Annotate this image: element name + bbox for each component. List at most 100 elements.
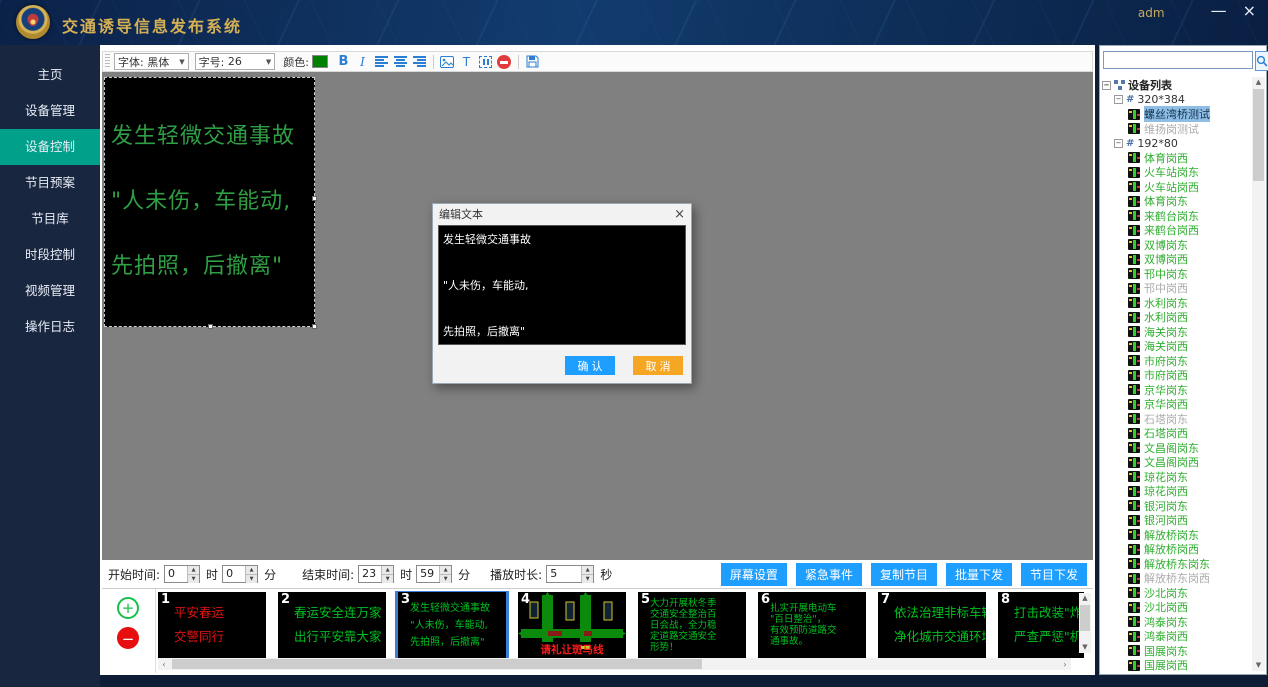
device-tree-item[interactable]: 沙北岗西 [1102, 600, 1250, 615]
scroll-left-icon[interactable]: ‹ [158, 660, 170, 669]
device-tree-item[interactable]: 国展岗东 [1102, 644, 1250, 659]
device-tree-item[interactable]: 鸿泰岗东 [1102, 615, 1250, 630]
start-hour-stepper[interactable]: 0▲▼ [164, 565, 200, 583]
emergency-event-button[interactable]: 紧急事件 [796, 563, 862, 586]
screen-settings-button[interactable]: 屏幕设置 [721, 563, 787, 586]
align-left-icon[interactable] [373, 53, 390, 70]
start-minute-stepper[interactable]: 0▲▼ [222, 565, 258, 583]
device-list-scrollbar[interactable]: ▲ ▼ [1252, 77, 1265, 671]
resize-handle[interactable] [208, 324, 213, 329]
program-thumbnail[interactable]: 1平安春运交警同行 [158, 592, 266, 658]
resize-handle[interactable] [312, 196, 317, 201]
device-tree-item[interactable]: 体育岗西 [1102, 151, 1250, 166]
thumbnail-horizontal-scrollbar[interactable]: ‹ › [158, 658, 1071, 670]
device-tree-item[interactable]: 琼花岗东 [1102, 470, 1250, 485]
batch-send-button[interactable]: 批量下发 [946, 563, 1012, 586]
minimize-icon[interactable]: — [1211, 3, 1227, 19]
align-right-icon[interactable] [411, 53, 428, 70]
sidebar-item-设备管理[interactable]: 设备管理 [0, 93, 100, 129]
sidebar-item-操作日志[interactable]: 操作日志 [0, 309, 100, 345]
tree-expander-icon[interactable]: − [1114, 95, 1123, 104]
device-tree-item[interactable]: 双博岗东 [1102, 238, 1250, 253]
dialog-textarea[interactable]: 发生轻微交通事故"人未伤，车能动,先拍照，后撤离" [438, 225, 686, 345]
copy-program-button[interactable]: 复制节目 [871, 563, 937, 586]
remove-program-button[interactable]: − [117, 627, 139, 649]
device-search-input[interactable] [1103, 51, 1253, 69]
scroll-up-icon[interactable]: ▲ [1079, 593, 1091, 604]
sidebar-item-主页[interactable]: 主页 [0, 57, 100, 93]
italic-icon[interactable]: I [354, 53, 371, 70]
device-tree-item[interactable]: 市府岗东 [1102, 354, 1250, 369]
device-tree-item[interactable]: 海关岗西 [1102, 339, 1250, 354]
device-tree-item[interactable]: 解放桥东岗西 [1102, 571, 1250, 586]
device-tree-item[interactable]: 水利岗西 [1102, 310, 1250, 325]
insert-image-icon[interactable] [439, 53, 456, 70]
device-tree-group[interactable]: −#320*384 [1102, 93, 1250, 108]
device-tree-item[interactable]: 来鹤台岗西 [1102, 223, 1250, 238]
device-tree-item[interactable]: 京华岗西 [1102, 397, 1250, 412]
insert-text-icon[interactable]: T [458, 53, 475, 70]
program-thumbnail[interactable]: 2春运安全连万家出行平安靠大家 [278, 592, 386, 658]
align-center-icon[interactable] [392, 53, 409, 70]
device-tree-item[interactable]: 国展岗西 [1102, 658, 1250, 672]
device-tree-item[interactable]: 火车站岗东 [1102, 165, 1250, 180]
end-minute-stepper[interactable]: 59▲▼ [416, 565, 452, 583]
device-tree-item[interactable]: 邗中岗东 [1102, 267, 1250, 282]
scroll-down-icon[interactable]: ▼ [1252, 660, 1265, 671]
bold-icon[interactable]: B [335, 53, 352, 70]
device-tree-item[interactable]: 石塔岗东 [1102, 412, 1250, 427]
device-tree-item[interactable]: 水利岗东 [1102, 296, 1250, 311]
save-icon[interactable] [524, 53, 541, 70]
device-tree-item[interactable]: 火车站岗西 [1102, 180, 1250, 195]
program-thumbnail[interactable]: 6扎实开展电动车"百日整治"，有效预防道路交通事故。 [758, 592, 866, 658]
sidebar-item-时段控制[interactable]: 时段控制 [0, 237, 100, 273]
toolbar-grip[interactable] [105, 54, 110, 69]
program-thumbnail[interactable]: 7依法治理非标车辆净化城市交通环境 [878, 592, 986, 658]
search-icon[interactable] [1255, 51, 1268, 71]
font-size-select[interactable]: 字号: 26 ▼ [195, 53, 276, 70]
device-tree-item[interactable]: 螺丝湾桥测试 [1102, 107, 1250, 122]
program-thumbnail[interactable]: 8打击改装"炸严查严惩"机 [998, 592, 1084, 658]
sidebar-item-节目预案[interactable]: 节目预案 [0, 165, 100, 201]
device-tree-item[interactable]: 维扬岗测试 [1102, 122, 1250, 137]
device-tree-item[interactable]: 文昌阁岗西 [1102, 455, 1250, 470]
device-tree-item[interactable]: 市府岗西 [1102, 368, 1250, 383]
font-family-select[interactable]: 字体: 黑体 ▼ [114, 53, 189, 70]
device-tree-item[interactable]: 双博岗西 [1102, 252, 1250, 267]
device-tree-item[interactable]: 解放桥岗西 [1102, 542, 1250, 557]
device-tree-item[interactable]: 海关岗东 [1102, 325, 1250, 340]
duration-stepper[interactable]: 5▲▼ [546, 565, 594, 583]
device-tree-group[interactable]: −#192*80 [1102, 136, 1250, 151]
device-tree-item[interactable]: 银河岗东 [1102, 499, 1250, 514]
device-tree-item[interactable]: 文昌阁岗东 [1102, 441, 1250, 456]
device-tree-item[interactable]: 石塔岗西 [1102, 426, 1250, 441]
thumbnail-vertical-scrollbar[interactable]: ▲ ▼ [1079, 593, 1091, 653]
no-entry-icon[interactable] [496, 53, 513, 70]
device-tree-item[interactable]: 解放桥岗东 [1102, 528, 1250, 543]
program-thumbnail[interactable]: 3发生轻微交通事故"人未伤，车能动,先拍照，后撤离" [398, 592, 506, 658]
device-tree-item[interactable]: 体育岗东 [1102, 194, 1250, 209]
device-tree-item[interactable]: 沙北岗东 [1102, 586, 1250, 601]
cancel-button[interactable]: 取 消 [633, 356, 683, 375]
scroll-up-icon[interactable]: ▲ [1252, 77, 1265, 88]
led-screen-preview[interactable]: 发生轻微交通事故"人未伤，车能动,先拍照，后撤离" [104, 77, 315, 327]
device-tree-item[interactable]: 解放桥东岗东 [1102, 557, 1250, 572]
device-tree-item[interactable]: 京华岗东 [1102, 383, 1250, 398]
device-tree-item[interactable]: 琼花岗西 [1102, 484, 1250, 499]
color-swatch[interactable] [312, 55, 328, 68]
add-program-button[interactable]: + [117, 597, 139, 619]
program-thumbnail[interactable]: 5大力开展秋冬季交通安全整治百日会战，全力稳定道路交通安全形势！ [638, 592, 746, 658]
send-program-button[interactable]: 节目下发 [1021, 563, 1087, 586]
dialog-close-icon[interactable]: × [674, 207, 685, 222]
tree-expander-icon[interactable]: − [1114, 139, 1123, 148]
device-tree-root[interactable]: −设备列表 [1102, 78, 1250, 93]
resize-handle[interactable] [312, 324, 317, 329]
device-tree-item[interactable]: 邗中岗西 [1102, 281, 1250, 296]
end-hour-stepper[interactable]: 23▲▼ [358, 565, 394, 583]
sidebar-item-视频管理[interactable]: 视频管理 [0, 273, 100, 309]
close-icon[interactable]: × [1243, 3, 1256, 19]
scroll-down-icon[interactable]: ▼ [1079, 642, 1091, 653]
device-tree-item[interactable]: 银河岗西 [1102, 513, 1250, 528]
device-tree-item[interactable]: 来鹤台岗东 [1102, 209, 1250, 224]
device-tree-item[interactable]: 鸿泰岗西 [1102, 629, 1250, 644]
